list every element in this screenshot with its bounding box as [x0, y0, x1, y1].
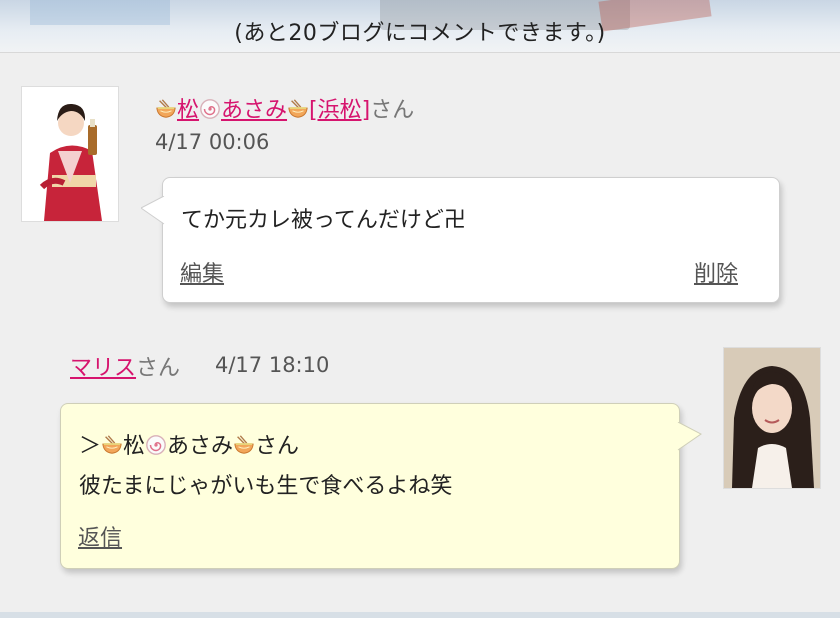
bubble-tail [141, 196, 165, 225]
comment-bubble: てか元カレ被ってんだけど卍 編集 削除 [141, 177, 780, 303]
comment-text: てか元カレ被ってんだけど卍 [181, 208, 466, 233]
ramen-bowl-icon [233, 434, 255, 456]
comment-date: 4/17 00:06 [155, 130, 270, 154]
comment-date: 4/17 18:10 [215, 353, 330, 377]
author-link[interactable]: マリス [70, 356, 136, 381]
honorific: さん [370, 98, 415, 123]
delete-button[interactable]: 削除 [694, 256, 738, 288]
bottom-divider [0, 612, 840, 618]
ramen-bowl-icon [155, 98, 177, 120]
divider [0, 52, 840, 53]
honorific: さん [136, 356, 181, 381]
top-banner: (あと20ブログにコメントできます。) [0, 0, 840, 52]
comment-author-line: マリスさん [70, 350, 180, 382]
avatar[interactable] [21, 86, 119, 222]
author-link[interactable]: 松あさみ [浜松] [177, 98, 370, 123]
narutomaki-icon [199, 98, 221, 120]
ramen-bowl-icon [101, 434, 123, 456]
comment-text: 彼たまにじゃがいも生で食べるよね笑 [79, 474, 453, 499]
remaining-comments-notice: (あと20ブログにコメントできます。) [234, 21, 606, 46]
reply-bubble: ＞松あさみ さん 彼たまにじゃがいも生で食べるよね笑 返信 [60, 403, 702, 569]
ramen-bowl-icon [287, 98, 309, 120]
edit-button[interactable]: 編集 [180, 256, 224, 288]
comment-author-line: 松あさみ [浜松]さん [155, 92, 414, 124]
reply-button[interactable]: 返信 [78, 520, 122, 552]
avatar[interactable] [723, 347, 821, 489]
narutomaki-icon [145, 434, 167, 456]
quote-line: ＞松あさみ さん [79, 434, 300, 459]
bubble-tail [677, 422, 702, 451]
